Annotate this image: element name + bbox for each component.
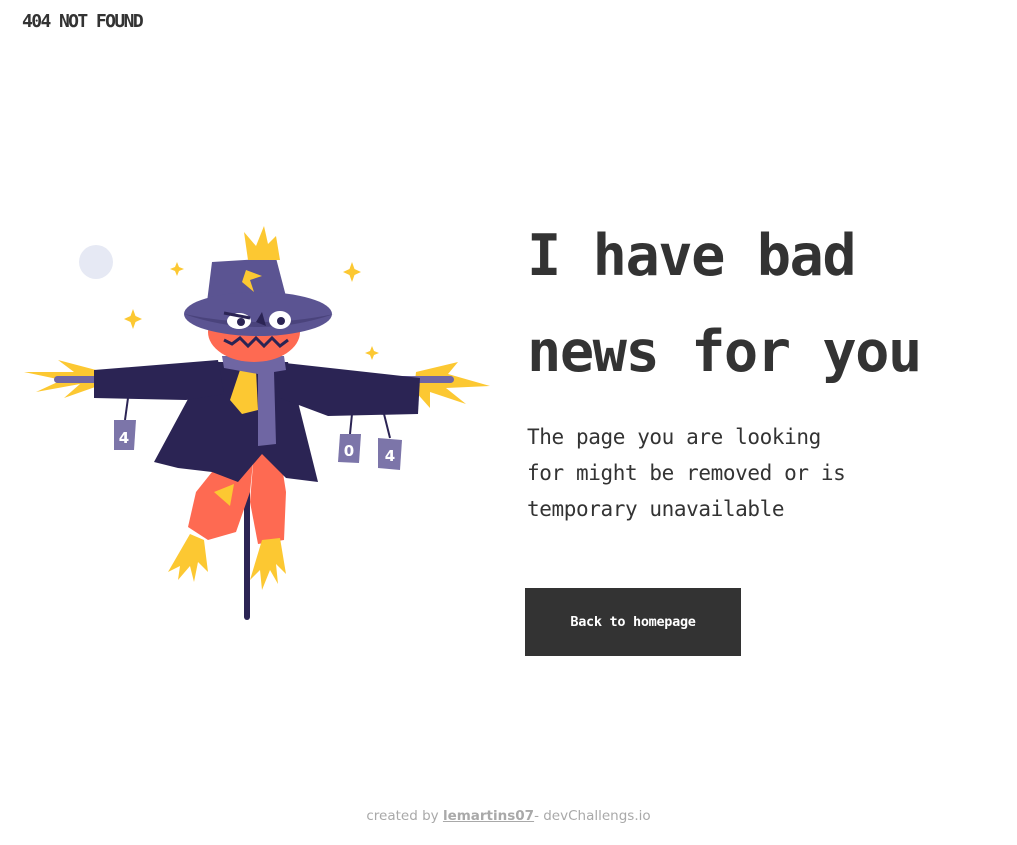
moon-icon: [79, 245, 113, 279]
description-line-3: temporary unavailable: [527, 497, 785, 521]
footer-suffix: - devChallengs.io: [534, 808, 651, 824]
scarecrow-illustration: 4 0 4: [24, 226, 490, 620]
page-title: I have bad news for you: [527, 208, 1007, 400]
description-line-2: for might be removed or is: [527, 461, 846, 485]
author-link[interactable]: lemartins07: [443, 808, 534, 824]
can-label-left: 4: [119, 429, 129, 447]
back-to-homepage-button[interactable]: Back to homepage: [525, 588, 741, 656]
footer-prefix: created by: [366, 808, 443, 824]
page: 404 NOT FOUND 4 0 4 I have bad news for …: [0, 0, 1017, 845]
can-label-middle: 0: [344, 442, 354, 460]
description-line-1: The page you are looking: [527, 425, 821, 449]
can-label-right: 4: [385, 447, 395, 465]
headline-line-1: I have bad: [527, 223, 857, 289]
error-description: The page you are looking for might be re…: [527, 419, 897, 527]
headline-line-2: news for you: [527, 319, 922, 385]
footer-credit: created by lemartins07- devChallengs.io: [0, 805, 1017, 827]
site-logo-text[interactable]: 404 NOT FOUND: [22, 8, 144, 36]
